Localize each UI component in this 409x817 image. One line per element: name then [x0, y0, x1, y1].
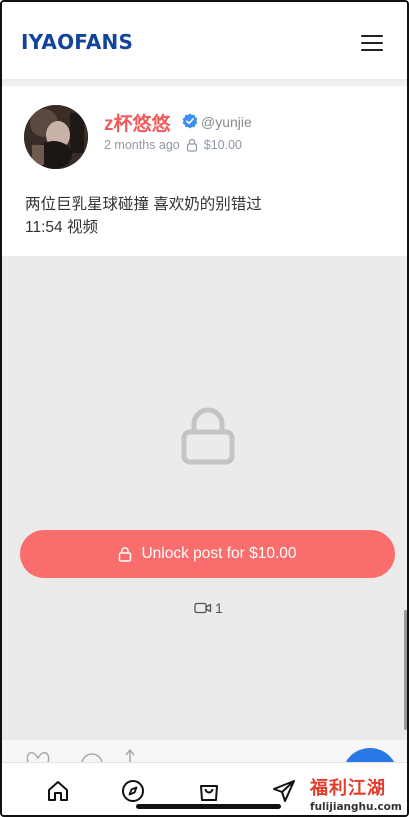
media-count: 1 [194, 600, 223, 616]
home-icon[interactable] [46, 779, 70, 803]
verified-badge-icon [182, 113, 198, 129]
watermark-text: 福利江湖 [310, 778, 386, 799]
app-frame: IYAOFANS z杯悠悠 @yunjie 2 months ago $10.0… [0, 0, 409, 817]
avatar[interactable] [24, 105, 88, 169]
watermark: 福利江湖 fulijianghu.com [310, 774, 407, 814]
caption-line-2: 11:54 视频 [25, 219, 98, 236]
brand-logo[interactable]: IYAOFANS [21, 30, 133, 54]
top-header: IYAOFANS [2, 2, 407, 80]
unlock-post-button[interactable]: Unlock post for $10.00 [20, 530, 395, 578]
lock-icon [181, 407, 235, 465]
shopping-bag-icon[interactable] [197, 779, 221, 803]
scrollbar-thumb[interactable] [404, 610, 407, 730]
header-divider [2, 79, 407, 87]
locked-media-area: Unlock post for $10.00 1 [2, 256, 407, 740]
post-meta: 2 months ago $10.00 [104, 138, 242, 152]
author-name[interactable]: z杯悠悠 [104, 109, 171, 136]
author-handle[interactable]: @yunjie [201, 114, 252, 130]
video-count: 1 [215, 600, 223, 616]
home-indicator[interactable] [136, 804, 281, 809]
watermark-url: fulijianghu.com [310, 801, 402, 813]
post-caption: 两位巨乳星球碰撞 喜欢奶的别错过 11:54 视频 [25, 193, 262, 239]
share-icon[interactable] [123, 748, 137, 762]
send-icon[interactable] [272, 779, 296, 803]
hamburger-menu-icon[interactable] [361, 35, 383, 53]
post-price: $10.00 [203, 138, 242, 152]
price-lock-icon [186, 138, 197, 152]
video-camera-icon [194, 602, 212, 614]
compass-icon[interactable] [121, 779, 145, 803]
unlock-post-label: Unlock post for $10.00 [141, 545, 297, 562]
unlock-lock-icon [119, 547, 132, 562]
caption-line-1: 两位巨乳星球碰撞 喜欢奶的别错过 [25, 196, 262, 213]
post-time: 2 months ago [104, 138, 180, 152]
